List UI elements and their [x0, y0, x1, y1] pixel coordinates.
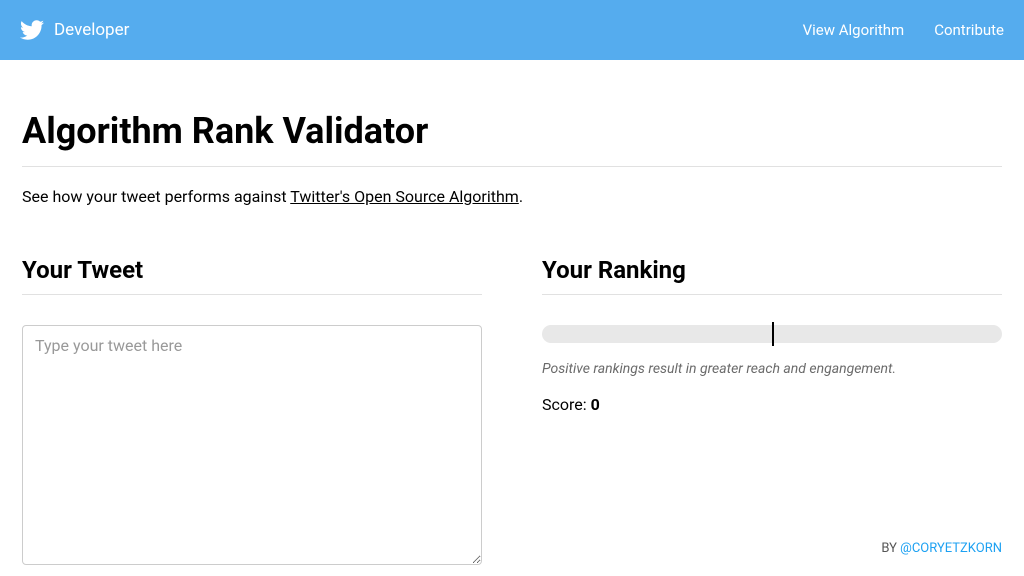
footer-by-label: BY	[881, 541, 900, 556]
algorithm-link[interactable]: Twitter's Open Source Algorithm	[290, 187, 519, 206]
header-left: Developer	[20, 18, 129, 42]
footer: BY @CORYETZKORN	[881, 541, 1002, 556]
footer-author-link[interactable]: @CORYETZKORN	[900, 541, 1002, 556]
ranking-note: Positive rankings result in greater reac…	[542, 361, 1002, 377]
header-nav: View Algorithm Contribute	[803, 21, 1004, 39]
tweet-section-title: Your Tweet	[22, 256, 482, 295]
header: Developer View Algorithm Contribute	[0, 0, 1024, 60]
header-title: Developer	[54, 20, 129, 40]
tweet-column: Your Tweet	[22, 256, 482, 569]
ranking-marker	[772, 322, 774, 346]
score-line: Score: 0	[542, 395, 1002, 414]
twitter-bird-icon	[20, 18, 44, 42]
ranking-bar	[542, 325, 1002, 343]
ranking-column: Your Ranking Positive rankings result in…	[542, 256, 1002, 569]
nav-contribute[interactable]: Contribute	[934, 21, 1004, 39]
description-suffix: .	[519, 187, 523, 206]
nav-view-algorithm[interactable]: View Algorithm	[803, 21, 905, 39]
ranking-section-title: Your Ranking	[542, 256, 1002, 295]
score-value: 0	[591, 395, 600, 414]
page-description: See how your tweet performs against Twit…	[22, 187, 1002, 206]
tweet-input[interactable]	[22, 325, 482, 565]
page-title: Algorithm Rank Validator	[22, 110, 1002, 167]
columns: Your Tweet Your Ranking Positive ranking…	[22, 256, 1002, 569]
description-prefix: See how your tweet performs against	[22, 187, 290, 206]
score-label: Score:	[542, 395, 591, 414]
main-content: Algorithm Rank Validator See how your tw…	[0, 60, 1024, 569]
